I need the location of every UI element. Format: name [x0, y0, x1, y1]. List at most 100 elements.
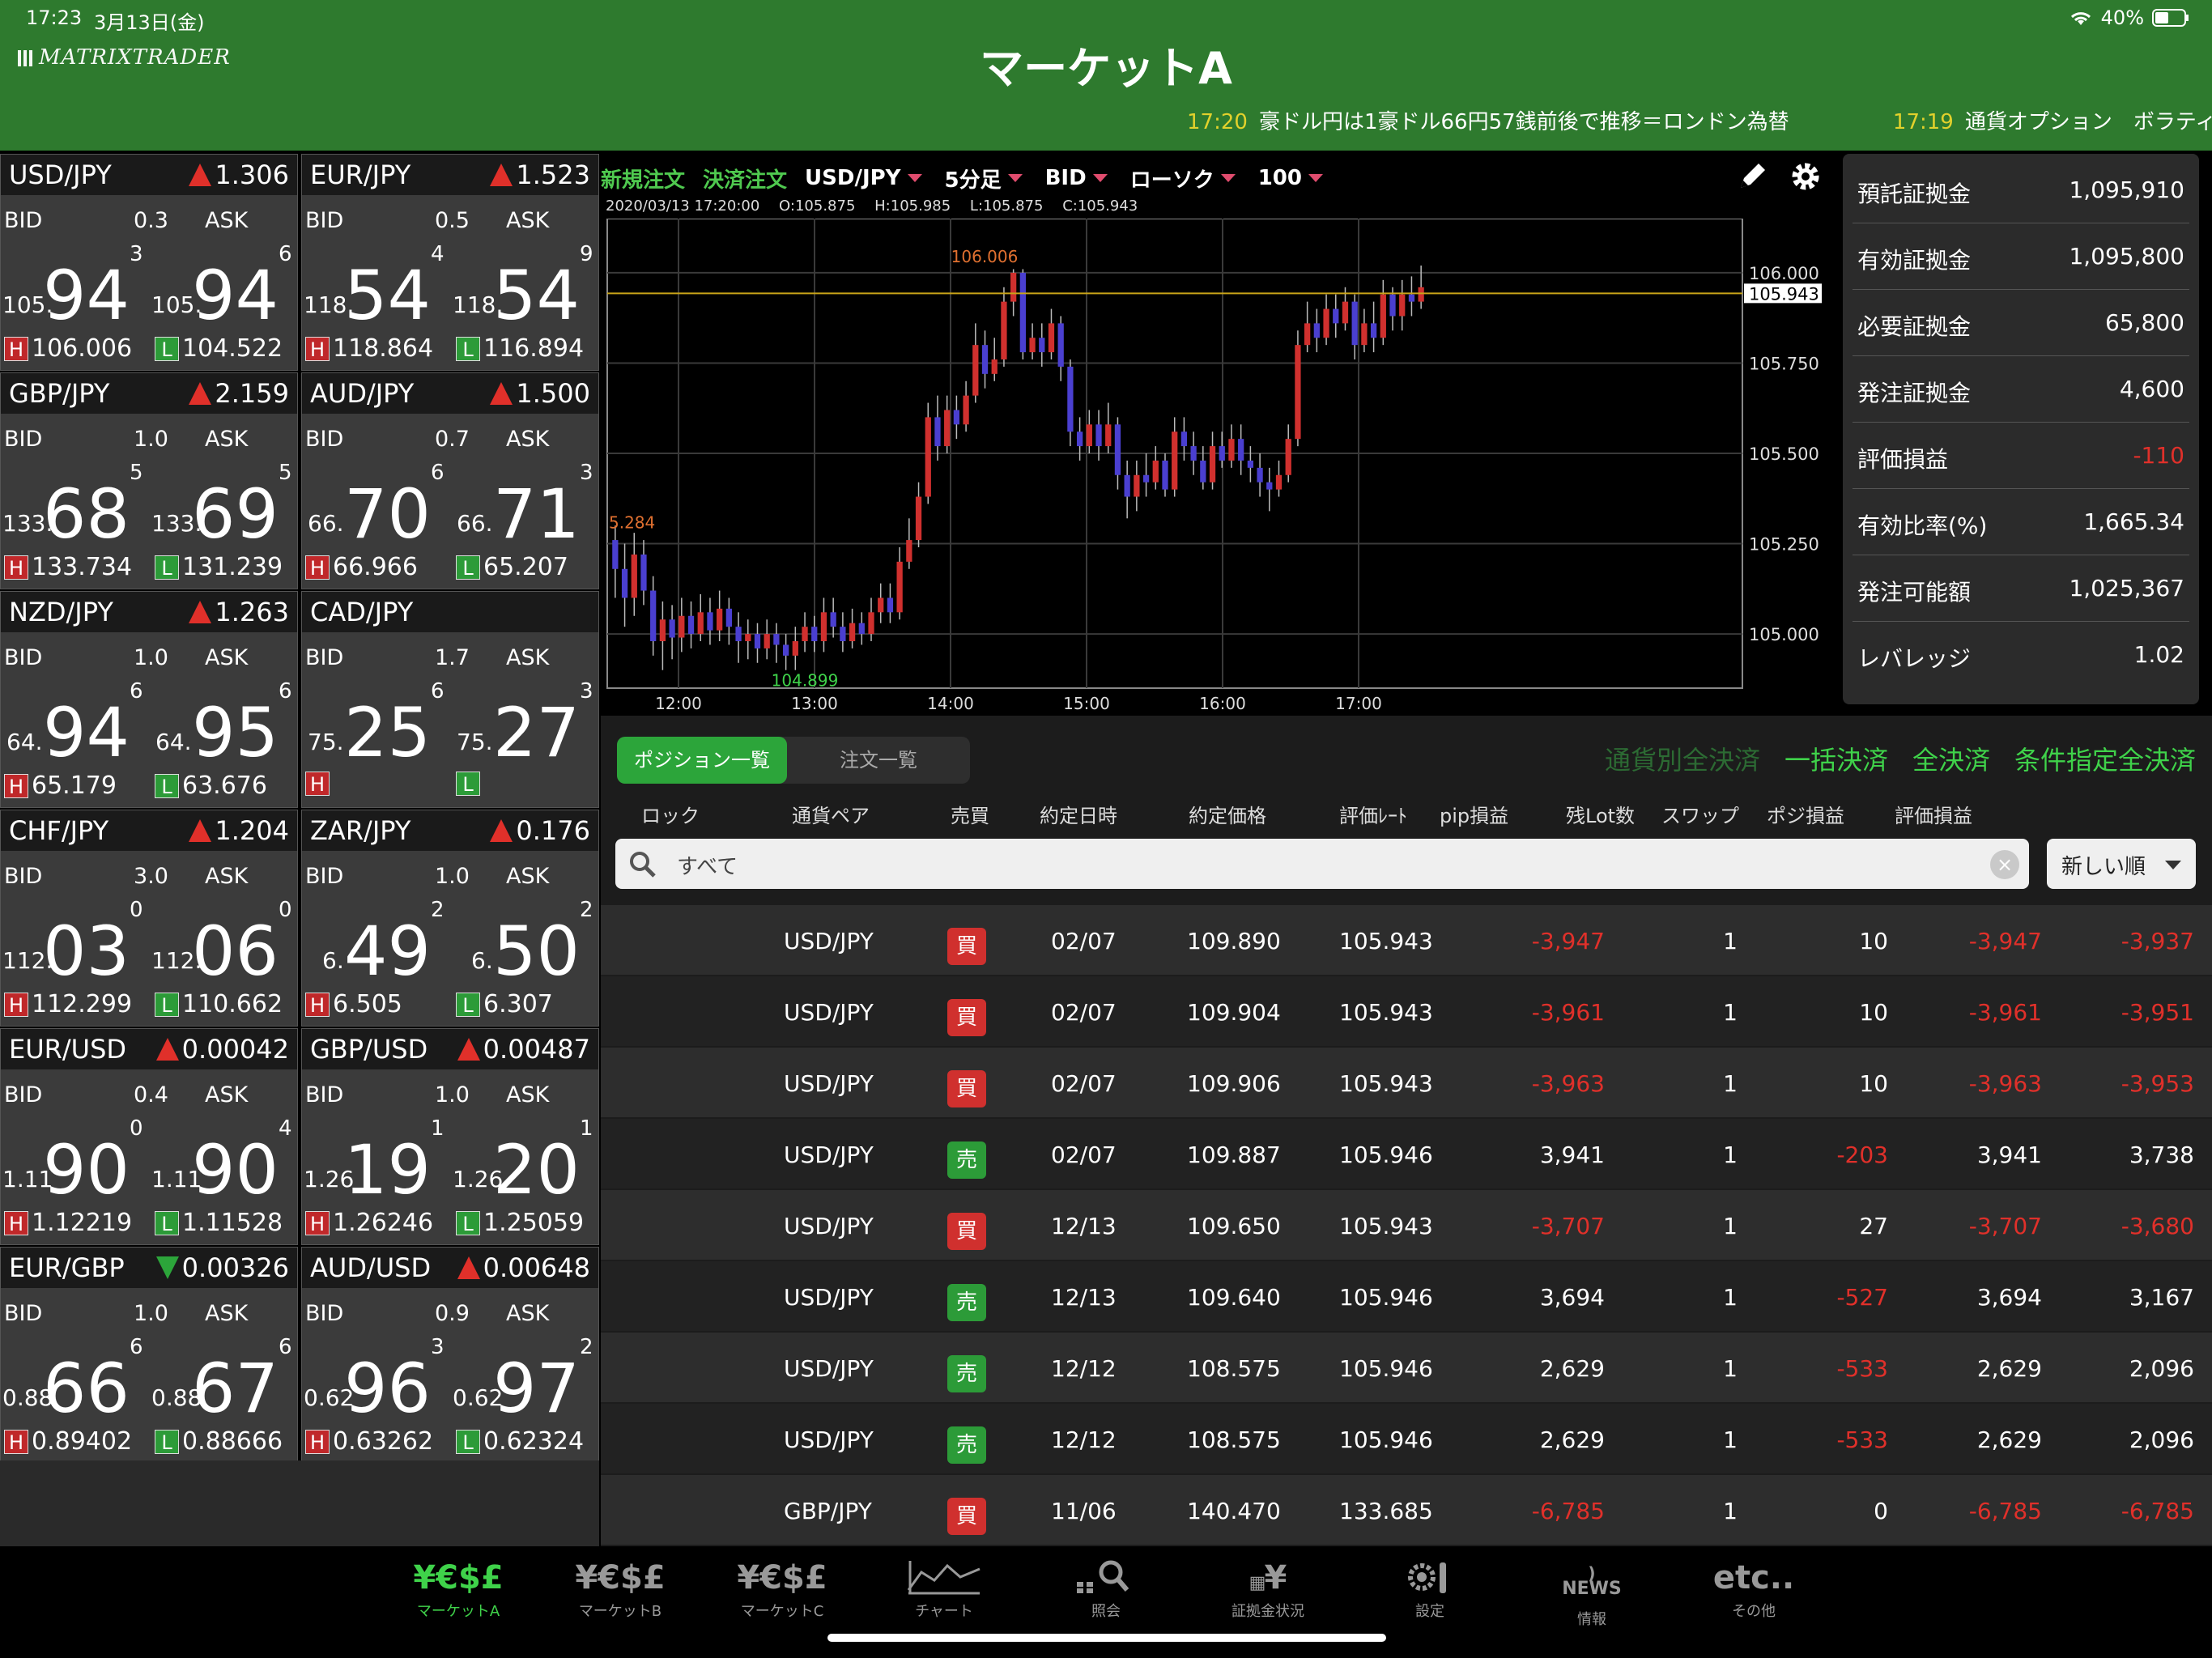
rate-cell[interactable]: EUR/JPY 1.523 BID 0.5 ASK 118. 54 4 118. 54 9 H 118.…: [301, 154, 599, 371]
tab-証拠金状況[interactable]: ▦¥ 証拠金状況: [1199, 1558, 1337, 1621]
bid-price-button[interactable]: 75. 25 6: [302, 679, 451, 767]
bid-price-button[interactable]: 105. 94 3: [1, 242, 150, 329]
position-row[interactable]: USD/JPY 売 12/12 108.575 105.946 2,629 1 -533 2,6…: [601, 1404, 2212, 1473]
column-header[interactable]: 評価損益: [1895, 800, 1972, 828]
rate-cell[interactable]: GBP/USD 0.00487 BID 1.0 ASK 1.26 19 1 1.26 20 1 H 1.…: [301, 1028, 599, 1245]
rate-cell[interactable]: CHF/JPY 1.204 BID 3.0 ASK 112. 03 0 112. 06 0 H 112.…: [0, 810, 298, 1027]
clear-icon[interactable]: ×: [1990, 850, 2019, 879]
ticker-item[interactable]: 17:19 通貨オプション ボラティリ: [1893, 105, 2212, 135]
rate-cell[interactable]: ZAR/JPY 0.176 BID 1.0 ASK 6. 49 2 6. 50 2 H 6.505 L 6.…: [301, 810, 599, 1027]
ask-price-button[interactable]: 1.26 20 1: [451, 1116, 598, 1204]
tab-マーケットA[interactable]: ¥€$£ マーケットA: [389, 1558, 527, 1621]
column-header[interactable]: ポジ損益: [1767, 800, 1844, 828]
position-row[interactable]: USD/JPY 買 02/07 109.904 105.943 -3,961 1 10 -3,9…: [601, 976, 2212, 1046]
ask-price-button[interactable]: 64. 95 6: [150, 679, 297, 767]
bid-price-button[interactable]: 1.11 90 0: [1, 1116, 150, 1204]
low-value: L 0.62324: [456, 1427, 584, 1456]
candlestick-chart[interactable]: 106.000 105.750 105.500 105.250 105.000 12:00…: [601, 219, 1828, 712]
tab-マーケットC[interactable]: ¥€$£ マーケットC: [713, 1558, 851, 1621]
high-text: 106.006: [32, 334, 133, 363]
pencil-icon[interactable]: [1736, 160, 1768, 193]
position-row[interactable]: GBP/JPY 買 11/06 140.470 133.685 -6,785 1 0 -6,78…: [601, 1475, 2212, 1545]
column-header[interactable]: スワップ: [1661, 800, 1739, 828]
settle-order-button[interactable]: 決済注文: [703, 164, 787, 193]
new-order-button[interactable]: 新規注文: [601, 164, 685, 193]
ask-price-button[interactable]: 118. 54 9: [451, 242, 598, 329]
position-row[interactable]: USD/JPY 売 12/12 108.575 105.946 2,629 1 -533 2,6…: [601, 1333, 2212, 1402]
column-header[interactable]: 残Lot数: [1566, 800, 1635, 828]
low-value: L 116.894: [456, 334, 584, 363]
news-ticker[interactable]: 17:20 豪ドル円は1豪ドル66円57銭前後で推移＝ロンドン為替 17:19 通貨…: [1187, 105, 2212, 135]
bid-price-button[interactable]: 0.88 66 6: [1, 1335, 150, 1422]
arrow-down-icon: [155, 1256, 179, 1279]
bid-price-button[interactable]: 1.26 19 1: [302, 1116, 451, 1204]
rate-cell[interactable]: GBP/JPY 2.159 BID 1.0 ASK 133. 68 5 133. 69 5 H 133.…: [0, 372, 298, 589]
interval-dropdown[interactable]: 5分足: [945, 164, 1023, 193]
settle-all-button[interactable]: 全決済: [1912, 740, 1990, 777]
tab-情報[interactable]: ) NEWS 情報: [1523, 1558, 1661, 1629]
rate-cell[interactable]: NZD/JPY 1.263 BID 1.0 ASK 64. 94 6 64. 95 6 H 65.179…: [0, 591, 298, 808]
ask-price-button[interactable]: 133. 69 5: [150, 461, 297, 548]
tab-チャート[interactable]: チャート: [875, 1558, 1013, 1621]
position-row[interactable]: USD/JPY 買 02/07 109.906 105.943 -3,963 1 10 -3,9…: [601, 1048, 2212, 1117]
tab-照会[interactable]: 照会: [1037, 1558, 1175, 1621]
search-input[interactable]: すべて: [677, 850, 738, 880]
column-header[interactable]: 約定価格: [1189, 800, 1266, 828]
bulk-settle-button[interactable]: 一括決済: [1784, 740, 1888, 777]
position-row[interactable]: USD/JPY 売 12/13 109.640 105.946 3,694 1 -527 3,6…: [601, 1261, 2212, 1331]
ask-price-button[interactable]: 66. 71 3: [451, 461, 598, 548]
style-dropdown[interactable]: ローソク: [1130, 164, 1236, 193]
tab-設定[interactable]: 設定: [1361, 1558, 1499, 1621]
pair-dropdown[interactable]: USD/JPY: [805, 166, 922, 190]
ask-price-button[interactable]: 112. 06 0: [150, 898, 297, 985]
tab-order-list[interactable]: 注文一覧: [787, 737, 970, 784]
settle-by-currency-button[interactable]: 通貨別全決済: [1605, 740, 1760, 777]
high-value: H 133.734: [4, 553, 132, 581]
side-dropdown[interactable]: BID: [1045, 166, 1108, 190]
position-row[interactable]: USD/JPY 売 02/07 109.887 105.946 3,941 1 -203 3,9…: [601, 1119, 2212, 1188]
position-row[interactable]: USD/JPY 買 02/07 109.890 105.943 -3,947 1 10 -3,9…: [601, 905, 2212, 975]
rate-cell[interactable]: EUR/USD 0.00042 BID 0.4 ASK 1.11 90 0 1.11 90 4 H 1.…: [0, 1028, 298, 1245]
bid-price-button[interactable]: 133. 68 5: [1, 461, 150, 548]
rate-change: 1.500: [490, 378, 590, 409]
sort-dropdown[interactable]: 新しい順: [2047, 839, 2196, 889]
column-header[interactable]: ロック: [641, 800, 700, 828]
position-date: 02/07: [1051, 1070, 1117, 1097]
tab-position-list[interactable]: ポジション一覧: [617, 737, 787, 784]
tab-マーケットB[interactable]: ¥€$£ マーケットB: [551, 1558, 689, 1621]
rate-cell[interactable]: EUR/GBP 0.00326 BID 1.0 ASK 0.88 66 6 0.88 67 6 H 0.…: [0, 1247, 298, 1464]
bid-price-button[interactable]: 66. 70 6: [302, 461, 451, 548]
gear-icon[interactable]: [1789, 160, 1822, 193]
column-header[interactable]: 約定日時: [1040, 800, 1117, 828]
bid-price-button[interactable]: 64. 94 6: [1, 679, 150, 767]
column-header[interactable]: 通貨ペア: [792, 800, 870, 828]
low-value: L: [456, 772, 483, 796]
column-header[interactable]: 売買: [951, 800, 989, 828]
ticker-item[interactable]: 17:20 豪ドル円は1豪ドル66円57銭前後で推移＝ロンドン為替: [1187, 105, 1789, 135]
search-field[interactable]: すべて ×: [615, 839, 2029, 889]
conditional-settle-all-button[interactable]: 条件指定全決済: [2014, 740, 2196, 777]
column-header[interactable]: pip損益: [1440, 800, 1508, 828]
position-row[interactable]: USD/JPY 買 12/13 109.650 105.943 -3,707 1 27 -3,7…: [601, 1190, 2212, 1260]
rate-cell[interactable]: AUD/USD 0.00648 BID 0.9 ASK 0.62 96 3 0.62 97 2 H 0.…: [301, 1247, 599, 1464]
bid-price-button[interactable]: 0.62 96 3: [302, 1335, 451, 1422]
ask-price-button[interactable]: 0.88 67 6: [150, 1335, 297, 1422]
ask-price-button[interactable]: 105. 94 6: [150, 242, 297, 329]
high-badge: H: [305, 992, 330, 1017]
chart-panel[interactable]: 新規注文 決済注文 USD/JPY 5分足 BID ローソク 100 2020/…: [601, 154, 1828, 712]
bid-price-button[interactable]: 112. 03 0: [1, 898, 150, 985]
position-eval: -3,937: [2121, 928, 2194, 954]
rate-cell[interactable]: CAD/JPY BID 1.7 ASK 75. 25 6 75. 27 3 H L: [301, 591, 599, 808]
bid-price-button[interactable]: 6. 49 2: [302, 898, 451, 985]
position-date: 12/12: [1051, 1355, 1117, 1382]
rate-cell[interactable]: AUD/JPY 1.500 BID 0.7 ASK 66. 70 6 66. 71 3 H 66.966…: [301, 372, 599, 589]
ask-price-button[interactable]: 6. 50 2: [451, 898, 598, 985]
ask-price-button[interactable]: 75. 27 3: [451, 679, 598, 767]
count-dropdown[interactable]: 100: [1258, 166, 1323, 190]
ask-price-button[interactable]: 1.11 90 4: [150, 1116, 297, 1204]
tab-その他[interactable]: etc.. その他: [1685, 1558, 1823, 1621]
ask-price-button[interactable]: 0.62 97 2: [451, 1335, 598, 1422]
rate-cell[interactable]: USD/JPY 1.306 BID 0.3 ASK 105. 94 3 105. 94 6 H 106.…: [0, 154, 298, 371]
bid-price-button[interactable]: 118. 54 4: [302, 242, 451, 329]
column-header[interactable]: 評価ﾚｰﾄ: [1339, 800, 1407, 828]
